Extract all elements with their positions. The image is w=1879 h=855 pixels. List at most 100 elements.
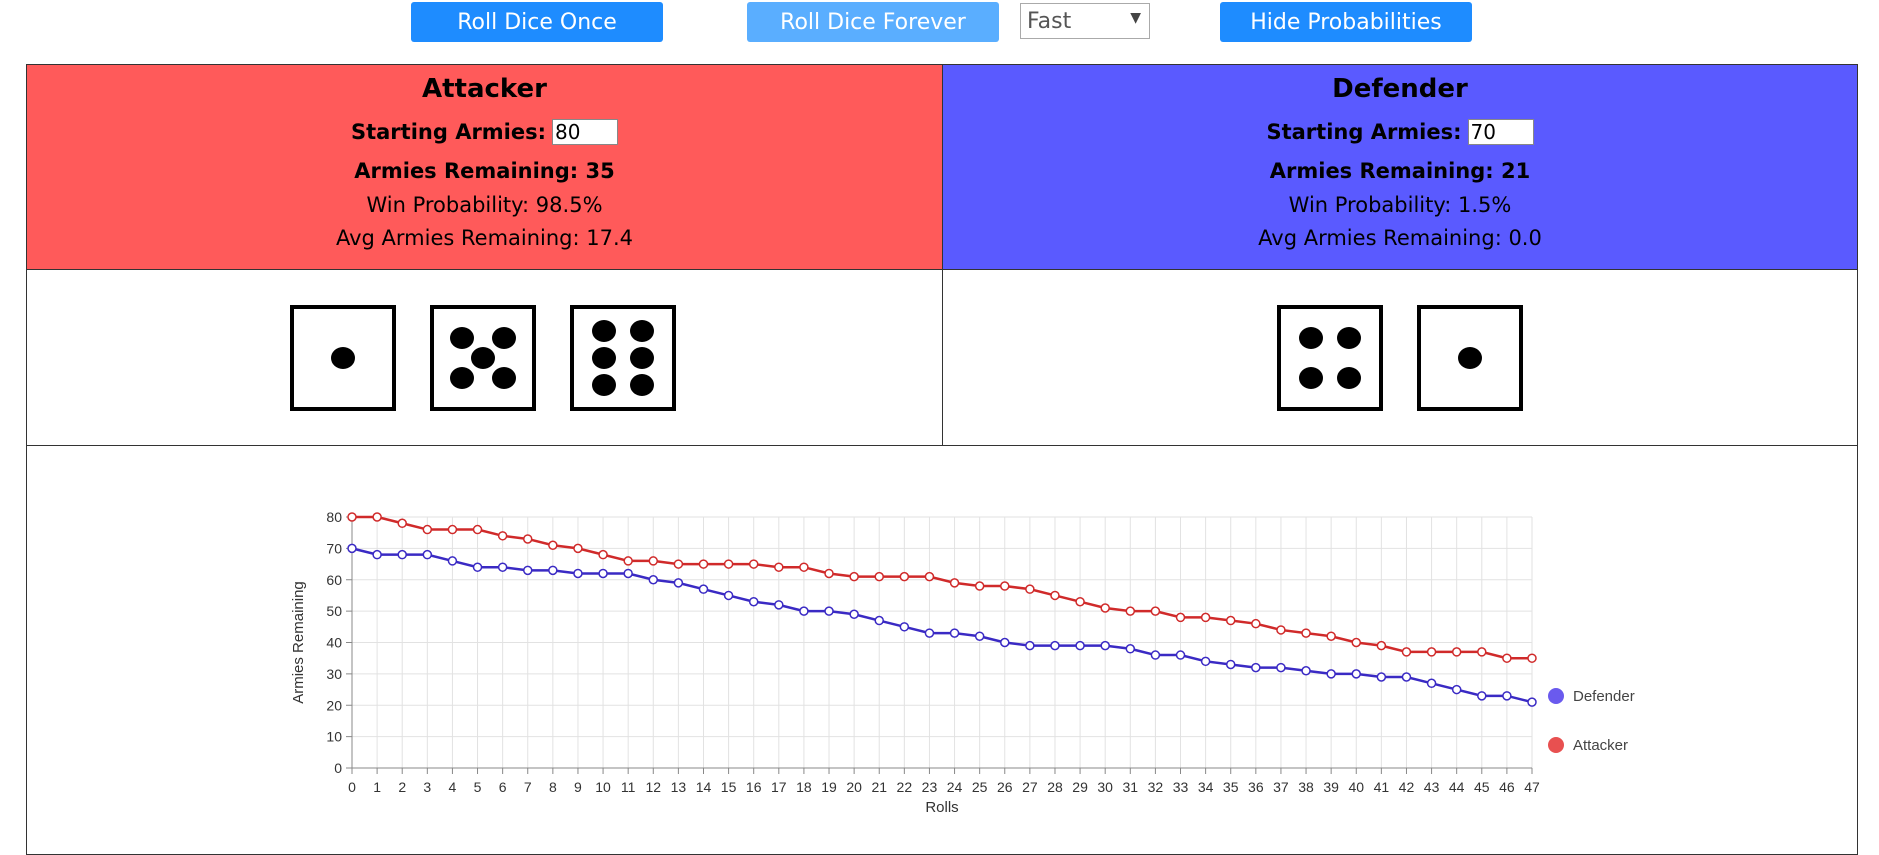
attacker-data-point bbox=[623, 556, 633, 566]
die-pip bbox=[331, 347, 355, 369]
defender-data-point bbox=[1175, 650, 1186, 660]
defender-data-point bbox=[548, 565, 558, 576]
y-tick-label: 70 bbox=[326, 540, 342, 556]
armies-chart: 010203040506070800 1 2 3 4 5 6 7 8 9 10 11 12 13 14 15 1… bbox=[290, 509, 1635, 816]
defender-data-point bbox=[1025, 640, 1035, 651]
attacker-data-point bbox=[799, 562, 809, 572]
defender-legend-marker bbox=[1548, 688, 1564, 704]
attacker-data-point bbox=[422, 524, 433, 535]
x-tick-label: 7 bbox=[524, 779, 532, 795]
attacker-avg-remaining: Avg Armies Remaining: 17.4 bbox=[335, 226, 634, 250]
die-pip bbox=[1299, 366, 1324, 389]
x-tick-label: 23 bbox=[922, 779, 938, 795]
attacker-data-point bbox=[347, 512, 357, 522]
defender-data-point bbox=[397, 549, 407, 560]
defender-data-point bbox=[1376, 672, 1387, 682]
die-pip bbox=[592, 374, 617, 397]
defender-data-point bbox=[347, 543, 357, 554]
defender-data-point bbox=[1050, 640, 1060, 651]
defender-data-point bbox=[899, 622, 910, 632]
defender-data-point bbox=[774, 600, 784, 610]
die-pip bbox=[450, 327, 475, 350]
attacker-win-probability: Win Probability: 98.5% bbox=[366, 193, 603, 217]
defender-data-point bbox=[673, 578, 684, 588]
attacker-data-point bbox=[899, 571, 910, 582]
defender-data-point bbox=[372, 549, 382, 560]
attacker-die-2 bbox=[430, 305, 536, 411]
attacker-data-point bbox=[1000, 581, 1010, 591]
defender-starting-row: Starting Armies: bbox=[943, 117, 1857, 147]
x-tick-label: 4 bbox=[449, 779, 457, 795]
attacker-data-point bbox=[748, 559, 759, 569]
attacker-panel: Attacker Starting Armies: Armies Remaini… bbox=[26, 64, 943, 270]
defender-data-point bbox=[799, 606, 809, 616]
attacker-data-point bbox=[397, 518, 407, 529]
defender-legend-label: Defender bbox=[1573, 688, 1635, 705]
attacker-die-3 bbox=[570, 305, 676, 411]
attacker-data-point bbox=[1401, 647, 1412, 657]
defender-data-point bbox=[1000, 637, 1010, 648]
defender-data-point bbox=[1426, 678, 1437, 689]
attacker-data-point bbox=[774, 562, 784, 572]
roll-once-button[interactable]: Roll Dice Once bbox=[411, 2, 663, 42]
attacker-starting-row: Starting Armies: bbox=[27, 117, 942, 147]
die-pip bbox=[592, 347, 617, 369]
x-tick-label: 10 bbox=[595, 779, 611, 795]
defender-data-point bbox=[522, 565, 533, 576]
x-tick-label: 3 bbox=[423, 779, 431, 795]
defender-data-point bbox=[1401, 672, 1412, 682]
x-tick-label: 16 bbox=[746, 779, 762, 795]
die-pip bbox=[1336, 366, 1361, 389]
attacker-data-point bbox=[723, 559, 734, 569]
attacker-data-point bbox=[1477, 647, 1487, 657]
attacker-data-point bbox=[1100, 603, 1110, 613]
attacker-data-point bbox=[673, 559, 684, 569]
x-tick-label: 28 bbox=[1047, 779, 1063, 795]
attacker-data-point bbox=[1075, 596, 1085, 607]
x-tick-label: 20 bbox=[846, 779, 862, 795]
defender-data-point bbox=[723, 590, 734, 601]
defender-data-point bbox=[1075, 640, 1085, 651]
x-tick-label: 19 bbox=[821, 779, 837, 795]
defender-data-point bbox=[1200, 656, 1211, 667]
attacker-starting-input[interactable] bbox=[552, 119, 619, 145]
attacker-data-point bbox=[824, 568, 834, 579]
attacker-data-point bbox=[1125, 606, 1136, 616]
attacker-data-point bbox=[1200, 612, 1211, 623]
defender-data-point bbox=[874, 615, 884, 626]
defender-title: Defender bbox=[1332, 74, 1468, 104]
speed-select-value: Fast bbox=[1027, 8, 1072, 34]
x-tick-label: 41 bbox=[1374, 779, 1390, 795]
x-tick-label: 46 bbox=[1499, 779, 1515, 795]
defender-win-probability: Win Probability: 1.5% bbox=[1288, 193, 1512, 217]
x-tick-label: 44 bbox=[1449, 779, 1465, 795]
speed-select[interactable]: Fast ▼ bbox=[1020, 3, 1150, 39]
attacker-legend-label: Attacker bbox=[1573, 737, 1628, 754]
defender-data-point bbox=[422, 549, 433, 560]
die-pip bbox=[1458, 347, 1482, 369]
defender-data-point bbox=[849, 609, 859, 620]
attacker-data-point bbox=[874, 571, 884, 582]
x-tick-label: 29 bbox=[1072, 779, 1088, 795]
defender-data-point bbox=[1276, 662, 1286, 673]
attacker-data-point bbox=[849, 571, 859, 582]
die-pip bbox=[450, 366, 475, 389]
die-pip bbox=[592, 319, 617, 342]
die-pip bbox=[629, 374, 654, 397]
defender-data-point bbox=[924, 628, 935, 638]
attacker-data-point bbox=[497, 531, 508, 541]
x-tick-label: 12 bbox=[645, 779, 661, 795]
roll-forever-button[interactable]: Roll Dice Forever bbox=[747, 2, 999, 42]
x-axis-label: Rolls bbox=[925, 799, 958, 816]
x-tick-label: 36 bbox=[1248, 779, 1264, 795]
attacker-data-point bbox=[1502, 653, 1512, 663]
defender-data-point bbox=[1225, 659, 1236, 670]
hide-probabilities-button[interactable]: Hide Probabilities bbox=[1220, 2, 1472, 42]
defender-data-point bbox=[1100, 640, 1110, 651]
x-tick-label: 43 bbox=[1424, 779, 1440, 795]
defender-starting-input[interactable] bbox=[1467, 119, 1534, 145]
x-tick-label: 30 bbox=[1097, 779, 1113, 795]
attacker-data-point bbox=[1451, 647, 1462, 657]
defender-die-1 bbox=[1277, 305, 1383, 411]
attacker-data-point bbox=[548, 540, 558, 550]
